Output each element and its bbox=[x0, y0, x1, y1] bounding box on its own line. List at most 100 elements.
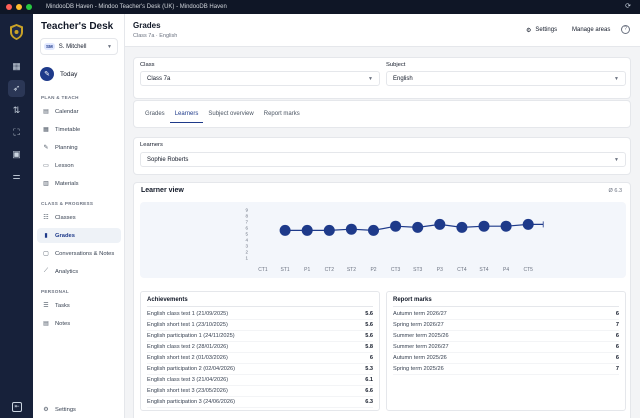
learner-view-title: Learner view bbox=[141, 187, 184, 194]
report-marks-title: Report marks bbox=[393, 297, 432, 303]
x-tick-label: CT4 bbox=[457, 267, 467, 273]
sidebar-item-grades[interactable]: ▮ Grades bbox=[37, 228, 121, 243]
sidebar-item-classes[interactable]: ☷ Classes bbox=[37, 210, 121, 225]
data-point[interactable] bbox=[345, 223, 357, 235]
tab-grades[interactable]: Grades bbox=[140, 109, 170, 123]
x-tick-label: P2 bbox=[370, 267, 376, 273]
sidebar-item-notes[interactable]: ▤ Notes bbox=[37, 316, 121, 331]
table-row: Spring term 2026/27 7 bbox=[393, 320, 619, 331]
sidebar-item-materials[interactable]: ▥ Materials bbox=[37, 176, 121, 191]
learner-select[interactable]: Sophie Roberts ▼ bbox=[140, 152, 626, 167]
data-point[interactable] bbox=[323, 224, 335, 236]
sidebar-item-lesson[interactable]: ▭ Lesson bbox=[37, 158, 121, 173]
today-button[interactable]: ✎ Today bbox=[40, 67, 77, 81]
x-tick-label: ST1 bbox=[281, 267, 290, 273]
help-icon[interactable]: ? bbox=[621, 25, 630, 34]
tab-report-marks[interactable]: Report marks bbox=[259, 109, 305, 123]
sidebar-item-label: Tasks bbox=[55, 302, 70, 309]
subject-select[interactable]: English ▼ bbox=[386, 71, 626, 86]
gear-icon: ⚙ bbox=[526, 27, 532, 34]
subject-label: Subject bbox=[386, 62, 406, 68]
table-row: Summer term 2026/27 6 bbox=[393, 342, 619, 353]
data-point[interactable] bbox=[456, 221, 468, 233]
section-plan-teach: PLAN & TEACH bbox=[41, 95, 79, 100]
row-label: Autumn term 2025/26 bbox=[393, 355, 447, 361]
data-point[interactable] bbox=[412, 221, 424, 233]
sidebar-item-label: Notes bbox=[55, 320, 71, 327]
tab-learners[interactable]: Learners bbox=[169, 109, 204, 123]
sidebar-item-calendar[interactable]: ▤ Calendar bbox=[37, 104, 121, 119]
row-label: Spring term 2026/27 bbox=[393, 322, 444, 328]
scan-icon[interactable]: ⛶ bbox=[8, 124, 25, 141]
row-label: English short test 2 (01/03/2026) bbox=[147, 355, 228, 361]
page-header: Grades Class 7a · English ⚙ Settings Man… bbox=[125, 14, 640, 47]
collapse-sidebar-icon[interactable]: ⇤ bbox=[12, 402, 22, 412]
page-title: Grades bbox=[133, 21, 161, 30]
settings-button[interactable]: ⚙ Settings bbox=[526, 23, 557, 37]
chat-icon: ▢ bbox=[43, 251, 49, 257]
row-label: English class test 2 (28/01/2026) bbox=[147, 344, 229, 350]
classes-icon: ☷ bbox=[43, 215, 49, 221]
row-label: English short test 1 (23/10/2025) bbox=[147, 322, 228, 328]
x-tick-label: P4 bbox=[503, 267, 509, 273]
grades-icon: ▮ bbox=[44, 233, 48, 239]
tasks-icon: ☰ bbox=[43, 303, 49, 309]
x-tick-label: ST2 bbox=[347, 267, 356, 273]
minimize-window-button[interactable] bbox=[16, 4, 22, 10]
learner-card: Learners Sophie Roberts ▼ bbox=[133, 137, 631, 175]
divider bbox=[147, 306, 373, 307]
sync-icon[interactable]: ⟳ bbox=[624, 3, 632, 11]
data-point[interactable] bbox=[301, 224, 313, 236]
user-selector[interactable]: SM S. Mitchell ▼ bbox=[40, 38, 118, 55]
data-point[interactable] bbox=[478, 220, 490, 232]
sidebar-item-conversations[interactable]: ▢ Conversations & Notes bbox=[37, 246, 121, 261]
close-window-button[interactable] bbox=[6, 4, 12, 10]
manage-areas-button[interactable]: Manage areas bbox=[572, 23, 610, 37]
sidebar-item-settings[interactable]: ⚙ Settings bbox=[37, 402, 121, 417]
y-tick-label: 4 bbox=[245, 238, 248, 243]
sidebar-item-tasks[interactable]: ☰ Tasks bbox=[37, 298, 121, 313]
class-select[interactable]: Class 7a ▼ bbox=[140, 71, 380, 86]
data-point[interactable] bbox=[434, 218, 446, 230]
maximize-window-button[interactable] bbox=[26, 4, 32, 10]
sidebar-item-timetable[interactable]: ▦ Timetable bbox=[37, 122, 121, 137]
y-tick-label: 5 bbox=[245, 232, 248, 237]
sliders-icon[interactable]: ⚌ bbox=[8, 168, 25, 185]
filter-card: Class Class 7a ▼ Subject English ▼ bbox=[133, 57, 631, 99]
sidebar-item-planning[interactable]: ✎ Planning bbox=[37, 140, 121, 155]
learner-view-card: Learner view Ø 6.3 9 8 7 6 5 4 3 2 1 CT1 ST1 P1 CT2 S… bbox=[133, 182, 631, 418]
table-row: English participation 2 (02/04/2026) 5.3 bbox=[147, 364, 373, 375]
row-label: English participation 1 (24/11/2025) bbox=[147, 333, 235, 339]
data-point[interactable] bbox=[279, 224, 291, 236]
data-point[interactable] bbox=[500, 220, 512, 232]
materials-icon: ▥ bbox=[43, 181, 49, 187]
notes-icon: ▤ bbox=[43, 321, 49, 327]
today-label: Today bbox=[60, 70, 78, 78]
today-icon: ✎ bbox=[40, 67, 54, 81]
data-point[interactable] bbox=[390, 220, 402, 232]
row-value: 5.8 bbox=[365, 344, 373, 350]
sidebar-item-label: Timetable bbox=[55, 126, 81, 133]
section-class-progress: CLASS & PROGRESS bbox=[41, 201, 94, 206]
calendar-grid-icon[interactable]: ▣ bbox=[8, 146, 25, 163]
row-value: 6 bbox=[615, 333, 619, 339]
learner-chart-svg: 987654321 CT1 ST1 P1 CT2 ST2 P2 CT3 ST3 P3 CT4 ST4 P… bbox=[245, 208, 544, 273]
tab-subject-overview[interactable]: Subject overview bbox=[203, 109, 258, 123]
sidebar-item-analytics[interactable]: ⟋ Analytics bbox=[37, 264, 121, 279]
sort-icon[interactable]: ⇅ bbox=[8, 102, 25, 119]
x-tick-label: CT3 bbox=[391, 267, 401, 273]
learner-chart: 9 8 7 6 5 4 3 2 1 CT1 ST1 P1 CT2 ST2 P2 CT3 ST3 P3 CT4 ST4 P… bbox=[140, 202, 626, 278]
table-row: Summer term 2025/26 6 bbox=[393, 331, 619, 342]
row-label: English participation 3 (24/06/2026) bbox=[147, 399, 236, 405]
data-point[interactable] bbox=[522, 218, 534, 230]
table-row: English short test 3 (23/05/2026) 6.6 bbox=[147, 386, 373, 397]
dashboard-icon[interactable]: ▦ bbox=[8, 58, 25, 75]
rocket-icon[interactable]: ➶ bbox=[8, 80, 25, 97]
sidebar-item-label: Grades bbox=[55, 232, 75, 239]
tab-bar: Grades Learners Subject overview Report … bbox=[140, 109, 305, 123]
y-tick-label: 1 bbox=[245, 256, 248, 261]
table-row: Autumn term 2025/26 6 bbox=[393, 353, 619, 364]
data-point[interactable] bbox=[368, 224, 379, 236]
x-tick-label: CT5 bbox=[523, 267, 533, 273]
table-row: English participation 1 (24/11/2025) 5.6 bbox=[147, 331, 373, 342]
